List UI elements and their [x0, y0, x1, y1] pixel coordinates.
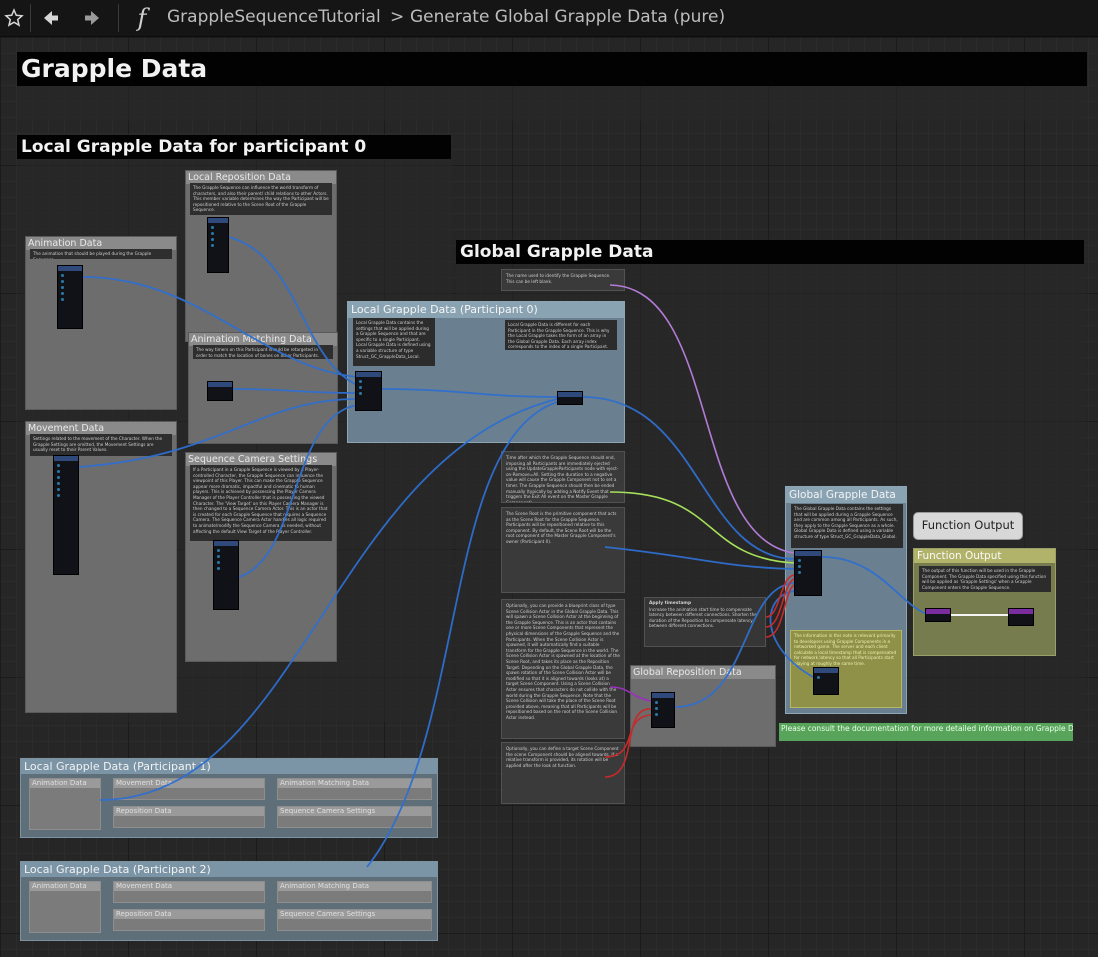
local-grapple-data-p1-node[interactable]: Local Grapple Data (Participant 1) Anima…	[20, 758, 438, 838]
comment-title-grapple-data[interactable]: Grapple Data	[17, 52, 1087, 86]
mini-reposition-data[interactable]: Reposition Data	[113, 909, 265, 931]
star-icon[interactable]	[0, 4, 28, 32]
note-target: Optionally, you can define a target Scen…	[501, 742, 625, 804]
editor-toolbar: f GrappleSequenceTutorial > Generate Glo…	[0, 0, 1098, 37]
make-struct-node[interactable]	[355, 371, 382, 411]
mini-animation-data[interactable]: Animation Data	[29, 881, 101, 933]
break-struct-node[interactable]	[57, 265, 83, 329]
note-text: Increase the animation start time to com…	[649, 606, 757, 629]
make-struct-node[interactable]	[651, 692, 675, 728]
note-apply-timestamp: Apply timestamp Increase the animation s…	[644, 597, 766, 647]
break-struct-node[interactable]	[53, 455, 79, 575]
node-description: The way timers on this Participant shoul…	[193, 345, 333, 359]
breadcrumb-separator: >	[390, 7, 405, 27]
mini-animation-matching-data[interactable]: Animation Matching Data	[277, 881, 432, 903]
node-description: The Global Grapple Data contains the set…	[791, 504, 903, 548]
node-title: Local Grapple Data (Participant 1)	[21, 759, 437, 774]
node-description: The Grapple Sequence can influence the w…	[190, 183, 332, 215]
mini-reposition-data[interactable]: Reposition Data	[113, 806, 265, 828]
function-output-comment[interactable]: Function Output The output of this funct…	[913, 548, 1056, 656]
mini-animation-data[interactable]: Animation Data	[29, 778, 101, 830]
local-grapple-data-p0-comment[interactable]: Local Grapple Data (Participant 0) Local…	[347, 301, 625, 443]
function-output-tooltip: Function Output	[913, 512, 1023, 540]
node-title: Local Grapple Data (Participant 2)	[21, 862, 437, 877]
note-network-timestamp: The information in this note is relevant…	[790, 630, 902, 708]
make-struct-node[interactable]	[794, 550, 822, 596]
toolbar-divider	[118, 4, 119, 32]
animation-data-comment[interactable]: Animation Data The animation that should…	[25, 236, 177, 410]
function-result-node[interactable]	[1008, 608, 1034, 626]
node-title: Local Grapple Data (Participant 0)	[348, 302, 624, 318]
node-description: The animation that should be played duri…	[30, 249, 172, 259]
mini-sequence-camera-settings[interactable]: Sequence Camera Settings	[277, 909, 432, 931]
comment-title-local[interactable]: Local Grapple Data for participant 0	[17, 135, 451, 159]
function-icon: f	[137, 4, 147, 32]
break-struct-node[interactable]	[207, 217, 229, 273]
mini-sequence-camera-settings[interactable]: Sequence Camera Settings	[277, 806, 432, 828]
mini-animation-matching-data[interactable]: Animation Matching Data	[277, 778, 432, 800]
node-title: Global Reposition Data	[631, 666, 775, 679]
toolbar-divider	[30, 4, 31, 32]
note-scene-root: The Scene Root is the primitive componen…	[501, 507, 625, 593]
mini-movement-data[interactable]: Movement Data	[113, 778, 265, 800]
node-title: Function Output	[914, 549, 1055, 563]
node-description: Settings related to the movement of the …	[30, 434, 172, 456]
make-array-node[interactable]	[557, 391, 583, 405]
note-grapple-name: The name used to identify the Grapple Se…	[501, 269, 625, 291]
node-description: The output of this function will be used…	[919, 566, 1051, 592]
function-entry-pin-node[interactable]	[925, 608, 951, 622]
blueprint-graph-canvas[interactable]: Grapple Data Local Grapple Data for part…	[0, 37, 1098, 957]
node-description-left: Local Grapple Data contains the settings…	[353, 318, 435, 366]
back-arrow-icon[interactable]	[37, 4, 65, 32]
mini-movement-data[interactable]: Movement Data	[113, 881, 265, 903]
movement-data-comment[interactable]: Movement Data Settings related to the mo…	[25, 421, 177, 713]
break-struct-node[interactable]	[207, 381, 233, 401]
breadcrumb-root[interactable]: GrappleSequenceTutorial	[167, 7, 381, 27]
breadcrumb-current: Generate Global Grapple Data (pure)	[410, 7, 726, 27]
timestamp-node[interactable]	[813, 667, 839, 695]
node-description: If a Participant in a Grapple Sequence i…	[190, 465, 332, 541]
note-scene-collision: Optionally, you can provide a blueprint …	[501, 599, 625, 739]
note-timer: Time after which the Grapple Sequence sh…	[501, 451, 625, 503]
break-struct-node[interactable]	[213, 540, 239, 610]
node-title: Global Grapple Data	[786, 487, 906, 503]
local-grapple-data-p2-node[interactable]: Local Grapple Data (Participant 2) Anima…	[20, 861, 438, 941]
node-description-right: Local Grapple Data is different for each…	[505, 320, 617, 350]
forward-arrow-icon[interactable]	[78, 4, 106, 32]
sequence-camera-settings-comment[interactable]: Sequence Camera Settings If a Participan…	[185, 452, 337, 662]
comment-title-global[interactable]: Global Grapple Data	[456, 240, 1084, 264]
documentation-note: Please consult the documentation for mor…	[779, 723, 1073, 741]
